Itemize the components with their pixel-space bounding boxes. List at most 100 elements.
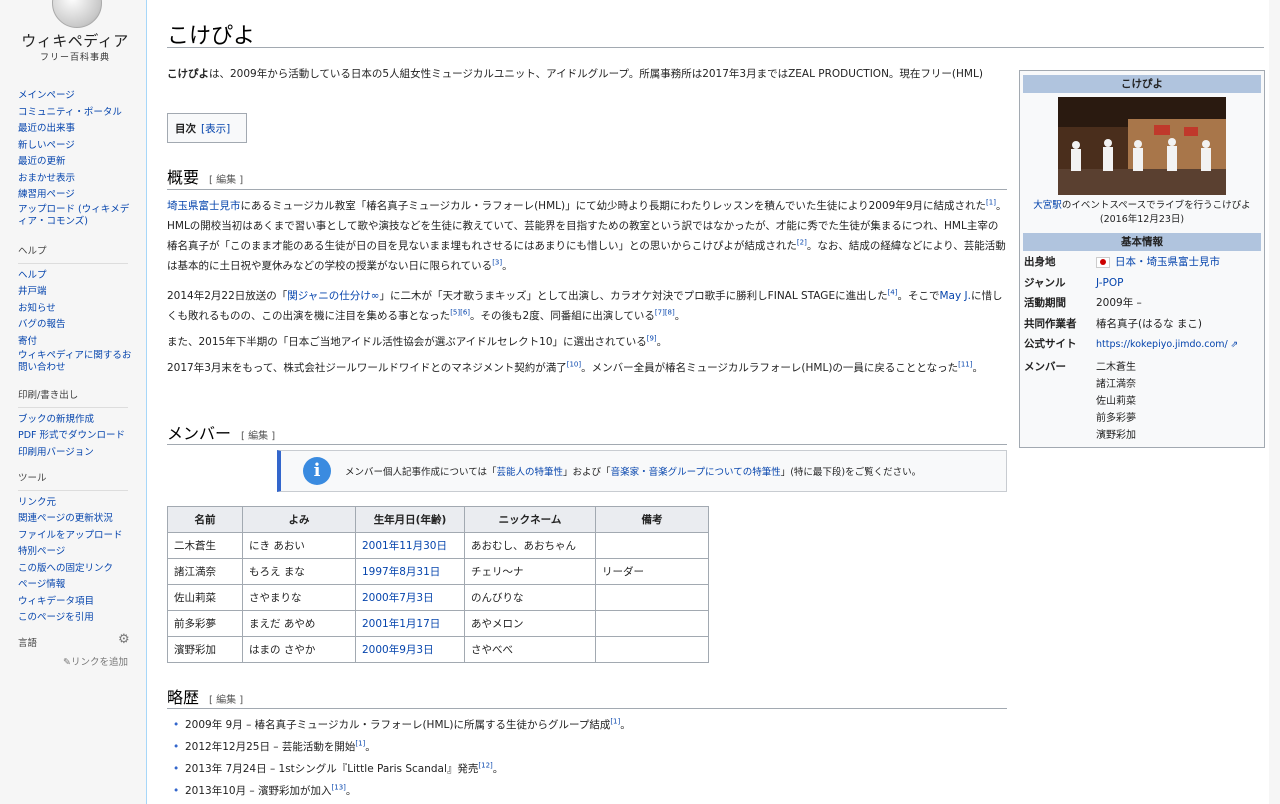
nav-tools-heading[interactable]: ツール bbox=[18, 471, 128, 491]
nav-item-permanent-link[interactable]: この版への固定リンク bbox=[18, 561, 136, 578]
history-ref[interactable]: [1] bbox=[355, 740, 365, 748]
p1-text-a: にあるミュージカル教室「椿名真子ミュージカル・ラフォーレ(HML)」にて幼少時よ… bbox=[240, 200, 987, 212]
history-end: 。 bbox=[345, 785, 357, 797]
nav-item-what-links-here[interactable]: リンク元 bbox=[18, 495, 136, 512]
nav-item-special-pages[interactable]: 特別ページ bbox=[18, 544, 136, 561]
nav-item-help[interactable]: ヘルプ bbox=[18, 268, 136, 285]
cell-reading: さやまりな bbox=[242, 584, 356, 611]
nav-item-upload-commons[interactable]: アップロード (ウィキメディア・コモンズ) bbox=[18, 204, 136, 228]
infobox: こけぴよ 大宮駅のイベントスペースでライブを行うこけぴよ(2016年12月23日… bbox=[1019, 70, 1265, 448]
link-fujimi-city[interactable]: 埼玉県富士見市 bbox=[167, 200, 241, 212]
origin-link[interactable]: 日本・埼玉県富士見市 bbox=[1115, 256, 1220, 268]
nav-item-upload-file[interactable]: ファイルをアップロード bbox=[18, 528, 136, 545]
link-omiya-station[interactable]: 大宮駅 bbox=[1033, 200, 1062, 211]
history-ref[interactable]: [1] bbox=[610, 718, 620, 726]
nav-item-related-changes[interactable]: 関連ページの更新状況 bbox=[18, 511, 136, 528]
history-ref[interactable]: [12] bbox=[478, 762, 492, 770]
overview-paragraph-3: また、2015年下半期の「日本ご当地アイドル活性協会が選ぶアイドルセレクト10」… bbox=[167, 332, 1007, 352]
nav-item-wikidata[interactable]: ウィキデータ項目 bbox=[18, 594, 136, 611]
nav-item-community-portal[interactable]: コミュニティ・ポータル bbox=[18, 105, 136, 122]
nav-item-page-info[interactable]: ページ情報 bbox=[18, 577, 136, 594]
edit-section-history-link[interactable]: [ 編集 ] bbox=[209, 695, 243, 706]
nav-item-new-pages[interactable]: 新しいページ bbox=[18, 138, 136, 155]
add-links-link[interactable]: ✎リンクを追加 bbox=[18, 655, 128, 672]
overview-paragraph-1: 埼玉県富士見市にあるミュージカル教室「椿名真子ミュージカル・ラフォーレ(HML)… bbox=[167, 196, 1007, 276]
lead-paragraph: こけぴよは、2009年から活動している日本の5人組女性ミュージカルユニット、アイ… bbox=[167, 64, 1007, 84]
official-site-link[interactable]: https://kokepiyo.jimdo.com/ bbox=[1096, 336, 1238, 354]
ref-1[interactable]: [1] bbox=[986, 199, 996, 207]
nav-item-contact[interactable]: ウィキペディアに関するお問い合わせ bbox=[18, 350, 136, 374]
collaborator-value: 椿名真子(はるな まこ) bbox=[1096, 318, 1203, 330]
nav-item-notices[interactable]: お知らせ bbox=[18, 301, 136, 318]
japan-flag-icon bbox=[1096, 256, 1110, 268]
nav-item-create-book[interactable]: ブックの新規作成 bbox=[18, 412, 136, 429]
nav-item-recent-changes[interactable]: 最近の更新 bbox=[18, 154, 136, 171]
nav-item-random[interactable]: おまかせ表示 bbox=[18, 171, 136, 188]
group-photo-illustration bbox=[1058, 97, 1226, 195]
edit-section-overview-link[interactable]: [ 編集 ] bbox=[209, 175, 243, 186]
nav-print-heading[interactable]: 印刷/書き出し bbox=[18, 388, 128, 408]
table-header-row: 名前 よみ 生年月日(年齢) ニックネーム 備考 bbox=[167, 506, 709, 533]
cell-nickname: チェリ〜ナ bbox=[464, 558, 596, 585]
link-may-j[interactable]: May J. bbox=[940, 290, 971, 302]
cell-reading: はまの さやか bbox=[242, 636, 356, 663]
cell-nickname: あやメロン bbox=[464, 610, 596, 637]
nav-help-heading[interactable]: ヘルプ bbox=[18, 244, 128, 264]
cell-birthdate-link[interactable]: 2001年11月30日 bbox=[355, 532, 465, 559]
nav-item-printable[interactable]: 印刷用バージョン bbox=[18, 445, 136, 462]
table-row: 諸江満奈 もろえ まな 1997年8月31日 チェリ〜ナ リーダー bbox=[167, 558, 709, 585]
gear-icon[interactable]: ⚙ bbox=[118, 632, 130, 649]
overview-paragraph-4: 2017年3月末をもって、株式会社ジールワールドワイドとのマネジメント契約が満了… bbox=[167, 358, 1007, 378]
cell-birthdate-link[interactable]: 2000年7月3日 bbox=[355, 584, 465, 611]
history-end: 。 bbox=[365, 741, 376, 753]
nav-item-main-page[interactable]: メインページ bbox=[18, 88, 136, 105]
cell-name: 佐山莉菜 bbox=[167, 584, 243, 611]
wikipedia-logo[interactable]: ウィキペディア フリー百科事典 bbox=[20, 0, 130, 63]
logo-wordmark: ウィキペディア bbox=[21, 32, 129, 50]
history-ref[interactable]: [13] bbox=[332, 784, 346, 792]
website-label: 公式サイト bbox=[1024, 338, 1077, 350]
edit-section-members-link[interactable]: [ 編集 ] bbox=[241, 431, 275, 442]
nav-item-sandbox[interactable]: 練習用ページ bbox=[18, 187, 136, 204]
nav-item-donate[interactable]: 寄付 bbox=[18, 334, 136, 351]
nav-item-bug-report[interactable]: バグの報告 bbox=[18, 317, 136, 334]
section-divider bbox=[167, 708, 1007, 709]
cell-name: 濱野彩加 bbox=[167, 636, 243, 663]
genre-link[interactable]: J-POP bbox=[1096, 275, 1123, 292]
link-music-notability[interactable]: 音楽家・音楽グループについての特筆性 bbox=[611, 467, 781, 478]
title-divider bbox=[167, 47, 1264, 48]
ref-4[interactable]: [4] bbox=[888, 289, 898, 297]
ref-11[interactable]: [11] bbox=[958, 361, 972, 369]
section-heading-members: メンバー [ 編集 ] bbox=[167, 420, 275, 444]
ref-10[interactable]: [10] bbox=[567, 361, 581, 369]
cell-reading: もろえ まな bbox=[242, 558, 356, 585]
ref-3[interactable]: [3] bbox=[492, 259, 502, 267]
cell-note bbox=[595, 584, 709, 611]
toc-show-toggle[interactable]: [表示] bbox=[201, 123, 230, 135]
members-label: メンバー bbox=[1024, 361, 1066, 373]
caption-text: のイベントスペースでライブを行うこけぴよ(2016年12月23日) bbox=[1061, 200, 1251, 225]
cell-birthdate-link[interactable]: 1997年8月31日 bbox=[355, 558, 465, 585]
globe-logo-icon bbox=[52, 0, 102, 28]
ref-7-8[interactable]: [7][8] bbox=[655, 309, 675, 317]
period-label: 活動期間 bbox=[1024, 297, 1066, 309]
ref-9[interactable]: [9] bbox=[647, 335, 657, 343]
sidebar: ウィキペディア フリー百科事典 メインページ コミュニティ・ポータル 最近の出来… bbox=[0, 0, 146, 804]
p2-text-b: 」に二木が「天才歌うまキッズ」として出演し、カラオケ対決でプロ歌手に勝利しFIN… bbox=[379, 290, 888, 302]
cell-birthdate-link[interactable]: 2001年1月17日 bbox=[355, 610, 465, 637]
nav-item-download-pdf[interactable]: PDF 形式でダウンロード bbox=[18, 428, 136, 445]
ref-2[interactable]: [2] bbox=[797, 239, 807, 247]
link-kanjani-shiwake[interactable]: 関ジャニの仕分け∞ bbox=[287, 290, 379, 302]
nav-item-village-pump[interactable]: 井戸端 bbox=[18, 284, 136, 301]
history-text: 2013年10月 – 濱野彩加が加入 bbox=[185, 785, 332, 797]
p3-text-a: また、2015年下半期の「日本ご当地アイドル活性協会が選ぶアイドルセレクト10」… bbox=[167, 336, 647, 348]
notability-notice-box: i メンバー個人記事作成については「芸能人の特筆性」および「音楽家・音楽グループ… bbox=[277, 450, 1007, 492]
cell-birthdate-link[interactable]: 2000年9月3日 bbox=[355, 636, 465, 663]
link-entertainer-notability[interactable]: 芸能人の特筆性 bbox=[497, 467, 564, 478]
nav-item-cite[interactable]: このページを引用 bbox=[18, 610, 136, 627]
table-row: 前多彩夢 まえだ あやめ 2001年1月17日 あやメロン bbox=[167, 610, 709, 637]
cell-nickname: のんびりな bbox=[464, 584, 596, 611]
nav-item-current-events[interactable]: 最近の出来事 bbox=[18, 121, 136, 138]
ref-5-6[interactable]: [5][6] bbox=[450, 309, 470, 317]
group-photo[interactable] bbox=[1058, 97, 1226, 195]
